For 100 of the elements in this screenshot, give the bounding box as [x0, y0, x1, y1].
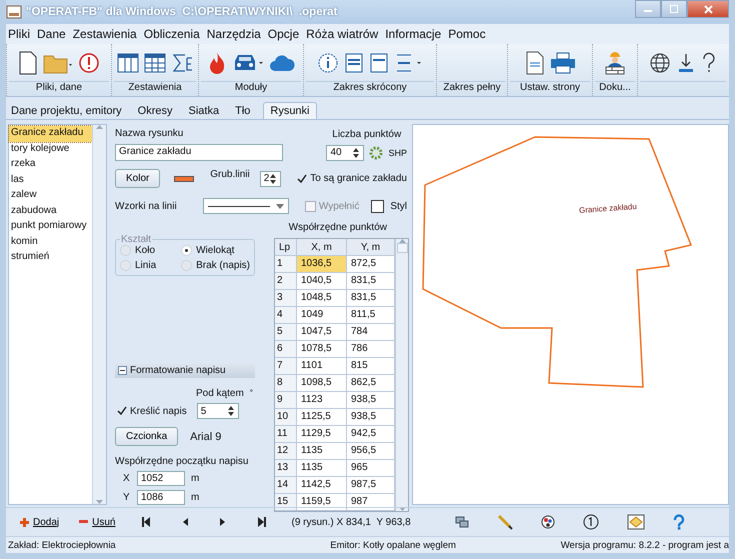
table-cell[interactable]: 862,5: [347, 375, 395, 392]
table-cell[interactable]: 1101: [297, 358, 347, 375]
close-button[interactable]: [687, 0, 729, 18]
table-cell[interactable]: 10: [275, 409, 297, 426]
table-cell[interactable]: 1048,5: [297, 290, 347, 307]
menu-item[interactable]: Dane: [37, 27, 66, 41]
list-item[interactable]: komin: [9, 234, 92, 250]
list-item[interactable]: Granice zakładu: [9, 126, 92, 142]
menu-item[interactable]: Zestawienia: [72, 27, 137, 41]
font-button[interactable]: Czcionka: [115, 427, 178, 446]
last-icon[interactable]: [258, 517, 266, 527]
palette-icon[interactable]: [540, 515, 555, 529]
line-width-spinbox[interactable]: 2: [260, 170, 282, 186]
warning-icon[interactable]: [78, 52, 100, 74]
list-item[interactable]: rzeka: [9, 157, 92, 172]
radio-button[interactable]: Koło: [120, 245, 182, 256]
radio-button[interactable]: Linia: [120, 260, 182, 271]
map-icon[interactable]: [626, 514, 645, 530]
list-item[interactable]: tory kolejowe: [9, 142, 92, 157]
table-cell[interactable]: 15: [275, 494, 297, 511]
table-cell[interactable]: 8: [275, 375, 297, 392]
info-icon[interactable]: [316, 52, 338, 74]
table-cell[interactable]: 4: [275, 307, 297, 324]
copy-icon[interactable]: [454, 516, 469, 528]
menu-item[interactable]: Narzędzia: [206, 27, 261, 41]
list-item[interactable]: zalew: [9, 188, 92, 204]
scrollbar[interactable]: [395, 239, 408, 511]
sum-icon[interactable]: [171, 52, 193, 72]
table-cell[interactable]: 11: [275, 426, 297, 443]
table-cell[interactable]: 1135: [297, 460, 347, 477]
menu-item[interactable]: Pomoc: [448, 27, 486, 41]
collapse-icon[interactable]: [118, 366, 127, 375]
style-swatch[interactable]: [371, 200, 384, 212]
scroll-thumb[interactable]: [396, 243, 408, 253]
list-item[interactable]: zabudowa: [9, 204, 92, 219]
gear-icon[interactable]: [368, 144, 384, 160]
table-cell[interactable]: 1040,5: [297, 273, 347, 290]
table-cell[interactable]: 1159,5: [297, 494, 347, 511]
next-icon[interactable]: [220, 517, 226, 527]
circled-one-icon[interactable]: [582, 514, 599, 530]
table-cell[interactable]: 1098,5: [297, 375, 347, 392]
table-cell[interactable]: 1125,5: [297, 409, 347, 426]
table-cell[interactable]: 1049: [297, 307, 347, 324]
table-cell[interactable]: 13: [275, 460, 297, 477]
angle-spinbox[interactable]: 5: [196, 403, 239, 419]
list-item[interactable]: punkt pomiarowy: [9, 219, 92, 234]
table-cell[interactable]: 1129,5: [297, 426, 347, 443]
table-cell[interactable]: 831,5: [347, 290, 395, 307]
remove-button[interactable]: Usuń: [79, 516, 116, 528]
previous-icon[interactable]: [182, 517, 188, 527]
table-icon[interactable]: [144, 52, 166, 72]
table-cell[interactable]: 1135: [297, 443, 347, 460]
pencil-icon[interactable]: [496, 514, 513, 530]
table-cell[interactable]: 956,5: [347, 443, 395, 460]
table-cell[interactable]: 14: [275, 477, 297, 494]
name-field[interactable]: Granice zakładu: [115, 144, 283, 161]
tab[interactable]: Rysunki: [263, 102, 316, 119]
table-cell[interactable]: 872,5: [347, 256, 395, 273]
table-cell[interactable]: 784: [347, 324, 395, 341]
download-icon[interactable]: [676, 52, 696, 74]
table-cell[interactable]: 942,5: [347, 426, 395, 443]
first-icon[interactable]: [142, 517, 150, 527]
cloud-icon[interactable]: [269, 52, 295, 72]
color-button[interactable]: Kolor: [115, 169, 160, 188]
tab[interactable]: Dane projektu, emitory: [8, 103, 125, 119]
table-cell[interactable]: 9: [275, 392, 297, 409]
checkbox[interactable]: Kreślić napis: [117, 406, 187, 416]
globe-icon[interactable]: [649, 52, 671, 74]
section-header[interactable]: Formatowanie napisu: [115, 363, 255, 378]
table-cell[interactable]: 815: [347, 358, 395, 375]
menu-item[interactable]: Pliki: [8, 27, 30, 41]
maximize-button[interactable]: [661, 0, 687, 18]
minimize-button[interactable]: [635, 0, 661, 18]
table-cell[interactable]: 1036,5: [297, 256, 347, 273]
radio-button[interactable]: Brak (napis): [181, 260, 250, 271]
columns-icon[interactable]: [117, 52, 139, 72]
table-cell[interactable]: 965: [347, 460, 395, 477]
menu-item[interactable]: Róża wiatrów: [306, 27, 378, 41]
new-document-icon[interactable]: [18, 50, 38, 74]
list-item[interactable]: strumień: [9, 250, 92, 266]
table-cell[interactable]: 987,5: [347, 477, 395, 494]
spin-arrows-icon[interactable]: [226, 405, 235, 417]
table-cell[interactable]: 1078,5: [297, 341, 347, 358]
line-pattern-dropdown[interactable]: [202, 198, 289, 214]
tab[interactable]: Tło: [232, 103, 254, 119]
dropdown-arrow-icon[interactable]: [276, 204, 284, 208]
spin-arrows-icon[interactable]: [269, 172, 278, 184]
table-cell[interactable]: 987: [347, 494, 395, 511]
radio-button[interactable]: Wielokąt: [181, 245, 250, 256]
table-cell[interactable]: 831,5: [347, 273, 395, 290]
points-spinbox[interactable]: 40: [326, 144, 364, 160]
tab[interactable]: Siatka: [186, 103, 222, 119]
table-cell[interactable]: 938,5: [347, 392, 395, 409]
printer-icon[interactable]: [550, 52, 576, 74]
table-cell[interactable]: 2: [275, 273, 297, 290]
y-field[interactable]: 1086: [137, 490, 185, 505]
table-cell[interactable]: 811,5: [347, 307, 395, 324]
add-button[interactable]: Dodaj: [20, 516, 60, 528]
table-cell[interactable]: 1123: [297, 392, 347, 409]
table-cell[interactable]: 12: [275, 443, 297, 460]
